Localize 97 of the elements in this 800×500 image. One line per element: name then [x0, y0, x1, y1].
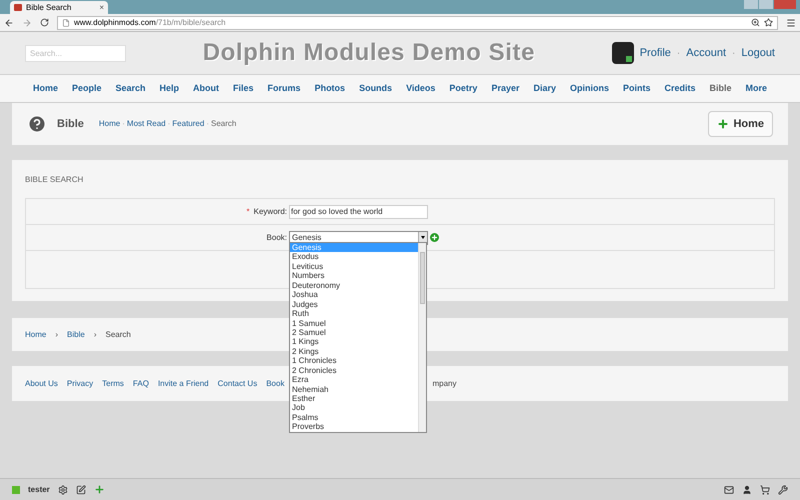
submenu-link[interactable]: Featured — [172, 118, 204, 130]
dropdown-option[interactable]: 1 Chronicles — [290, 356, 418, 366]
help-icon — [27, 114, 47, 134]
tab-title: Bible Search — [26, 4, 72, 12]
dropdown-option[interactable]: Job — [290, 403, 418, 413]
reload-icon[interactable] — [40, 18, 49, 27]
nav-link[interactable]: Points — [622, 82, 650, 96]
nav-link[interactable]: Help — [160, 82, 180, 96]
dropdown-option[interactable]: 2 Samuel — [290, 328, 418, 338]
dropdown-option[interactable]: Deuteronomy — [290, 280, 418, 290]
footer-link[interactable]: Privacy — [66, 378, 94, 390]
keyword-field[interactable]: for god so loved the world — [289, 204, 428, 218]
search-field[interactable]: Search... — [25, 44, 126, 62]
breadcrumb-separator: › — [55, 328, 58, 340]
submenu-link[interactable]: Search — [210, 118, 236, 130]
site-title: Dolphin Modules Demo Site — [202, 38, 536, 68]
footer-text: mpany — [432, 378, 456, 390]
dropdown-option[interactable]: Esther — [290, 394, 418, 404]
nav-link[interactable]: Poetry — [449, 82, 478, 96]
star-icon[interactable] — [764, 18, 773, 27]
dropdown-option[interactable]: Judges — [290, 300, 418, 310]
dropdown-option[interactable]: Proverbs — [290, 422, 418, 432]
zoom-icon[interactable] — [751, 18, 760, 27]
footer-link[interactable]: Book — [266, 378, 284, 390]
breadcrumb-link[interactable]: Home — [25, 328, 46, 340]
nav-link[interactable]: Diary — [533, 82, 556, 96]
nav-link[interactable]: People — [72, 82, 102, 96]
dropdown-option[interactable]: Psalms — [290, 412, 418, 422]
nav-link[interactable]: More — [746, 82, 768, 96]
edit-icon[interactable] — [76, 484, 86, 494]
panel-title: BIBLE SEARCH — [25, 174, 84, 186]
keyword-label: Keyword: — [254, 206, 287, 218]
footer-link[interactable]: Contact Us — [218, 378, 258, 390]
dropdown-option[interactable]: Exodus — [290, 252, 418, 262]
footer-link[interactable]: Invite a Friend — [158, 378, 209, 390]
dropdown-option[interactable]: Leviticus — [290, 262, 418, 272]
breadcrumb-link[interactable]: Bible — [67, 328, 85, 340]
link-separator: · — [206, 118, 209, 130]
user-link[interactable]: Logout — [741, 44, 775, 62]
dropdown-option[interactable]: Nehemiah — [290, 384, 418, 394]
mail-icon[interactable] — [724, 484, 734, 494]
book-label: Book: — [266, 232, 287, 244]
url-text: www.dolphinmods.com/71b/m/bible/search — [74, 16, 226, 28]
avatar-icon[interactable] — [612, 42, 634, 64]
wrench-icon[interactable] — [778, 484, 788, 494]
nav-link[interactable]: Opinions — [570, 82, 609, 96]
nav-link[interactable]: Photos — [314, 82, 346, 96]
scrollbar[interactable] — [418, 243, 426, 432]
nav-link[interactable]: Bible — [710, 82, 732, 96]
nav-link[interactable]: Credits — [664, 82, 696, 96]
link-separator: · — [732, 46, 736, 60]
username[interactable]: tester — [28, 484, 50, 496]
dropdown-option[interactable]: 2 Chronicles — [290, 366, 418, 376]
forward-icon[interactable] — [22, 18, 32, 28]
add-icon[interactable] — [430, 233, 439, 242]
submenu-link[interactable]: Home — [98, 118, 120, 130]
footer-link[interactable]: Terms — [102, 378, 124, 390]
nav-link[interactable]: Search — [115, 82, 146, 96]
dropdown-option[interactable]: Ruth — [290, 309, 418, 318]
plus-icon — [717, 118, 730, 130]
link-separator: · — [676, 46, 680, 60]
submenu-link[interactable]: Most Read — [126, 118, 166, 130]
dropdown-option[interactable]: Numbers — [290, 271, 418, 281]
link-separator: · — [122, 118, 125, 130]
dropdown-option[interactable]: 1 Kings — [290, 337, 418, 347]
back-icon[interactable] — [4, 18, 14, 28]
dropdown-option[interactable]: 1 Samuel — [290, 318, 418, 328]
required-mark: * — [246, 206, 250, 218]
dropdown-option[interactable]: Ezra — [290, 375, 418, 385]
window-controls-drawing — [744, 0, 796, 9]
current-page-text: Search — [105, 328, 131, 340]
link-separator: · — [168, 118, 170, 130]
nav-link[interactable]: Files — [233, 82, 254, 96]
status-square-icon — [12, 486, 20, 494]
nav-link[interactable]: About — [193, 82, 220, 96]
home-button[interactable]: Home — [708, 111, 773, 137]
cart-icon[interactable] — [760, 484, 770, 494]
nav-link[interactable]: Prayer — [491, 82, 520, 96]
close-button[interactable]: × — [99, 4, 104, 12]
user-icon[interactable] — [742, 484, 752, 494]
page-title: Bible — [57, 116, 84, 132]
footer-link[interactable]: About Us — [25, 378, 58, 390]
address-bar[interactable]: www.dolphinmods.com/71b/m/bible/search — [57, 16, 778, 30]
nav-link[interactable]: Videos — [406, 82, 436, 96]
browser-tab[interactable]: Bible Search × — [10, 1, 108, 14]
dropdown-option[interactable]: 2 Kings — [290, 346, 418, 356]
user-link[interactable]: Account — [686, 44, 726, 62]
nav-link[interactable]: Forums — [268, 82, 301, 96]
settings-icon[interactable] — [58, 484, 68, 494]
user-link[interactable]: Profile — [640, 44, 671, 62]
nav-link[interactable]: Home — [32, 82, 58, 96]
breadcrumb-separator: › — [94, 328, 96, 340]
footer-link[interactable]: FAQ — [132, 378, 149, 390]
nav-link[interactable]: Sounds — [359, 82, 392, 96]
menu-icon[interactable] — [786, 18, 796, 28]
dropdown-option[interactable]: Joshua — [290, 290, 418, 300]
page-icon — [62, 18, 70, 26]
